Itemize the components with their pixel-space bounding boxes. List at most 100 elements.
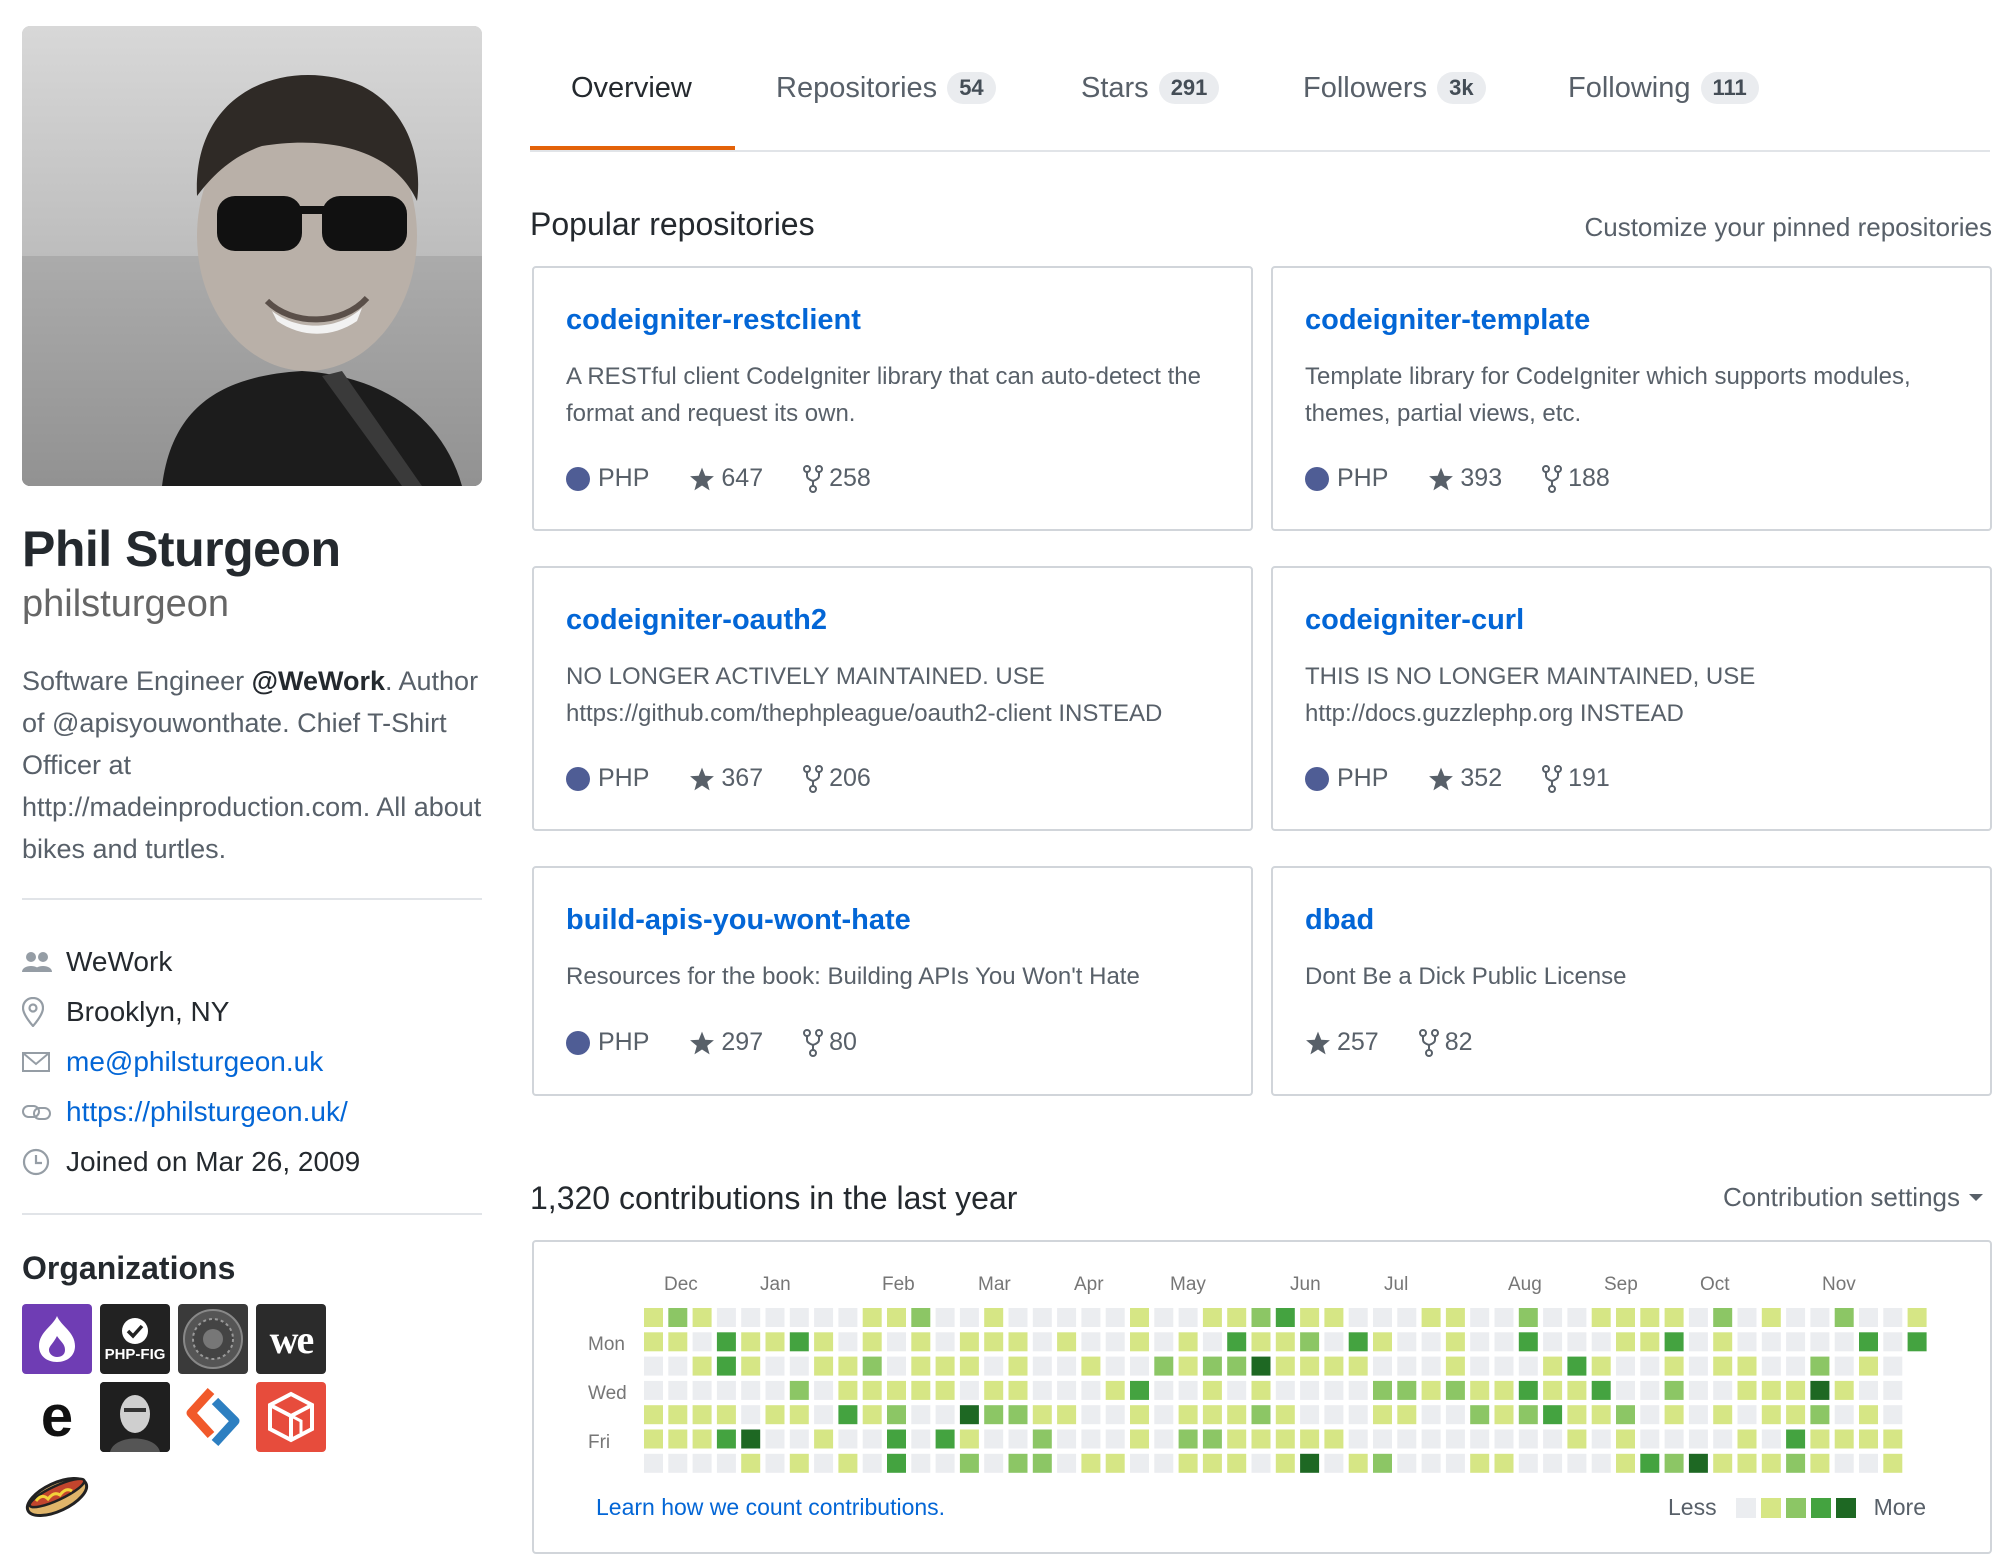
league-seal-icon[interactable]	[178, 1304, 248, 1374]
contribution-day-cell[interactable]	[959, 1453, 979, 1473]
contribution-day-cell[interactable]	[1373, 1453, 1392, 1473]
contribution-day-cell[interactable]	[1664, 1380, 1684, 1400]
contribution-day-cell[interactable]	[1300, 1429, 1320, 1449]
contribution-day-cell[interactable]	[984, 1356, 1004, 1376]
contribution-day-cell[interactable]	[1518, 1429, 1538, 1449]
contribution-day-cell[interactable]	[1397, 1332, 1417, 1352]
contribution-day-cell[interactable]	[1105, 1332, 1125, 1352]
contribution-settings-dropdown[interactable]: Contribution settings	[1723, 1182, 1984, 1213]
contribution-day-cell[interactable]	[1834, 1308, 1854, 1327]
contribution-day-cell[interactable]	[959, 1356, 979, 1376]
contribution-day-cell[interactable]	[1154, 1332, 1174, 1352]
contribution-day-cell[interactable]	[935, 1453, 955, 1473]
contribution-day-cell[interactable]	[935, 1308, 955, 1327]
profile-avatar[interactable]	[22, 26, 482, 486]
contribution-day-cell[interactable]	[1421, 1429, 1441, 1449]
contribution-day-cell[interactable]	[935, 1405, 955, 1425]
contribution-day-cell[interactable]	[789, 1356, 809, 1376]
contribution-day-cell[interactable]	[1883, 1332, 1903, 1352]
contribution-day-cell[interactable]	[1543, 1356, 1563, 1376]
contribution-day-cell[interactable]	[1518, 1308, 1538, 1327]
contribution-day-cell[interactable]	[1640, 1380, 1660, 1400]
contribution-day-cell[interactable]	[789, 1405, 809, 1425]
contribution-day-cell[interactable]	[1616, 1308, 1635, 1327]
contribution-day-cell[interactable]	[1786, 1332, 1806, 1352]
contribution-day-cell[interactable]	[1032, 1405, 1052, 1425]
contribution-day-cell[interactable]	[1130, 1380, 1149, 1400]
contribution-day-cell[interactable]	[935, 1429, 955, 1449]
contribution-day-cell[interactable]	[1275, 1380, 1295, 1400]
contribution-day-cell[interactable]	[1688, 1453, 1708, 1473]
contribution-day-cell[interactable]	[1664, 1356, 1684, 1376]
contribution-day-cell[interactable]	[1445, 1356, 1465, 1376]
contribution-day-cell[interactable]	[911, 1332, 931, 1352]
contribution-day-cell[interactable]	[1251, 1332, 1271, 1352]
contribution-day-cell[interactable]	[1057, 1380, 1077, 1400]
contribution-day-cell[interactable]	[1810, 1429, 1830, 1449]
contribution-day-cell[interactable]	[1227, 1429, 1247, 1449]
vcard-email-link[interactable]: me@philsturgeon.uk	[66, 1046, 323, 1078]
contribution-day-cell[interactable]	[1397, 1429, 1417, 1449]
contribution-day-cell[interactable]	[1348, 1453, 1368, 1473]
contribution-day-cell[interactable]	[935, 1356, 955, 1376]
contribution-day-cell[interactable]	[862, 1332, 882, 1352]
contribution-day-cell[interactable]	[1251, 1380, 1271, 1400]
contribution-day-cell[interactable]	[1640, 1356, 1660, 1376]
contribution-day-cell[interactable]	[1494, 1429, 1514, 1449]
contribution-day-cell[interactable]	[1834, 1332, 1854, 1352]
contribution-day-cell[interactable]	[1688, 1356, 1708, 1376]
contribution-day-cell[interactable]	[716, 1429, 736, 1449]
repo-forks[interactable]: 80	[803, 1028, 857, 1057]
contribution-day-cell[interactable]	[984, 1380, 1004, 1400]
contribution-day-cell[interactable]	[1737, 1453, 1757, 1473]
contribution-day-cell[interactable]	[1761, 1405, 1781, 1425]
contribution-day-cell[interactable]	[838, 1332, 858, 1352]
contribution-day-cell[interactable]	[887, 1429, 906, 1449]
contribution-day-cell[interactable]	[1859, 1380, 1878, 1400]
contribution-day-cell[interactable]	[1567, 1405, 1587, 1425]
contribution-day-cell[interactable]	[1008, 1453, 1028, 1473]
contribution-day-cell[interactable]	[887, 1405, 906, 1425]
contribution-day-cell[interactable]	[911, 1429, 931, 1449]
contribution-day-cell[interactable]	[1591, 1453, 1611, 1473]
repo-name-link[interactable]: codeigniter-curl	[1305, 604, 1524, 637]
contribution-day-cell[interactable]	[1616, 1332, 1635, 1352]
bio-company-mention[interactable]: @WeWork	[252, 666, 385, 696]
contribution-day-cell[interactable]	[692, 1308, 712, 1327]
contribution-day-cell[interactable]	[862, 1380, 882, 1400]
contribution-day-cell[interactable]	[1616, 1405, 1635, 1425]
contribution-day-cell[interactable]	[1348, 1308, 1368, 1327]
contribution-day-cell[interactable]	[765, 1308, 785, 1327]
contribution-day-cell[interactable]	[814, 1429, 834, 1449]
contribution-day-cell[interactable]	[1883, 1429, 1903, 1449]
contribution-day-cell[interactable]	[1324, 1429, 1344, 1449]
contribution-day-cell[interactable]	[1591, 1308, 1611, 1327]
contribution-day-cell[interactable]	[1105, 1308, 1125, 1327]
repo-forks[interactable]: 191	[1542, 764, 1610, 793]
contribution-day-cell[interactable]	[1907, 1332, 1927, 1352]
contribution-day-cell[interactable]	[1251, 1453, 1271, 1473]
contribution-day-cell[interactable]	[814, 1380, 834, 1400]
repo-name-link[interactable]: codeigniter-oauth2	[566, 604, 827, 637]
repo-forks[interactable]: 188	[1542, 464, 1610, 493]
contribution-day-cell[interactable]	[668, 1356, 688, 1376]
repo-stars[interactable]: 393	[1428, 464, 1502, 493]
contribution-day-cell[interactable]	[1543, 1405, 1563, 1425]
code-brackets-logo-icon[interactable]	[178, 1382, 248, 1452]
contribution-day-cell[interactable]	[1470, 1380, 1490, 1400]
repo-name-link[interactable]: codeigniter-template	[1305, 304, 1590, 337]
repo-name-link[interactable]: build-apis-you-wont-hate	[566, 904, 911, 937]
contribution-day-cell[interactable]	[741, 1356, 761, 1376]
contribution-day-cell[interactable]	[984, 1453, 1004, 1473]
contribution-day-cell[interactable]	[1348, 1332, 1368, 1352]
contribution-day-cell[interactable]	[1859, 1332, 1878, 1352]
contribution-day-cell[interactable]	[1688, 1332, 1708, 1352]
contribution-day-cell[interactable]	[862, 1453, 882, 1473]
contribution-day-cell[interactable]	[789, 1453, 809, 1473]
contribution-day-cell[interactable]	[1130, 1429, 1149, 1449]
contribution-day-cell[interactable]	[1543, 1380, 1563, 1400]
contribution-day-cell[interactable]	[741, 1429, 761, 1449]
contribution-day-cell[interactable]	[1008, 1356, 1028, 1376]
contribution-day-cell[interactable]	[1518, 1453, 1538, 1473]
contribution-day-cell[interactable]	[1154, 1380, 1174, 1400]
